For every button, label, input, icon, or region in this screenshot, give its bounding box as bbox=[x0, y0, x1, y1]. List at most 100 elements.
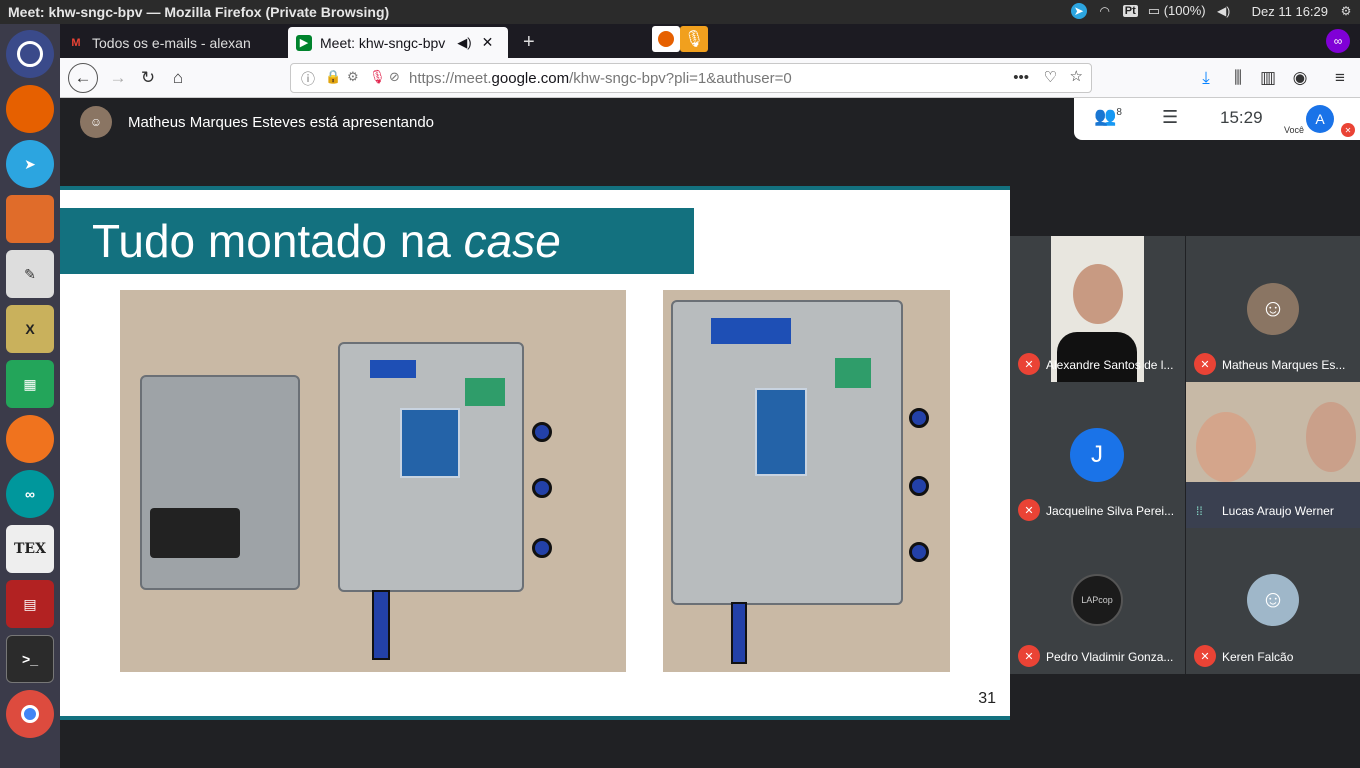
speaker-icon[interactable]: ◀) bbox=[457, 35, 471, 51]
arduino-icon[interactable]: ∞ bbox=[6, 470, 54, 518]
slide-title-italic: case bbox=[463, 215, 561, 267]
participant-avatar: LAPcop bbox=[1071, 574, 1123, 626]
url-path: /khw-sngc-bpv?pli=1&authuser=0 bbox=[569, 70, 792, 87]
participant-name: Alexandre Santos de l... bbox=[1046, 358, 1174, 372]
participant-tile[interactable]: ✕ Alexandre Santos de l... bbox=[1010, 236, 1185, 382]
pocket-icon[interactable]: ♡ bbox=[1044, 68, 1057, 86]
lock-icon[interactable]: 🔒 bbox=[325, 69, 341, 85]
people-icon: 👥 bbox=[1094, 106, 1117, 126]
files-folder-icon[interactable] bbox=[6, 195, 54, 243]
permissions-icon[interactable]: ⚙ bbox=[347, 69, 359, 85]
participants-count: 8 bbox=[1116, 107, 1122, 118]
reload-button[interactable]: ↻ bbox=[136, 66, 160, 90]
participant-tile[interactable]: J ✕ Jacqueline Silva Perei... bbox=[1010, 382, 1185, 528]
self-avatar[interactable]: A bbox=[1306, 105, 1334, 133]
speakon-connector-6 bbox=[909, 542, 929, 562]
browser-nav-bar: ← → ↻ ⌂ ⓘ 🔒 ⚙ 🎙 ⊘ https://meet.google.co… bbox=[60, 58, 1360, 98]
slide-photo-closed-case bbox=[663, 290, 950, 672]
settings-gear-icon[interactable]: ⚙ bbox=[1338, 3, 1354, 19]
microcontroller-board-2 bbox=[755, 388, 807, 476]
url-prefix: https://meet. bbox=[409, 70, 492, 87]
close-tab-icon[interactable]: ✕ bbox=[482, 34, 494, 51]
mic-off-icon: ✕ bbox=[1194, 353, 1216, 375]
tex-icon[interactable]: TEX bbox=[6, 525, 54, 573]
chat-icon[interactable]: ☰ bbox=[1162, 107, 1178, 128]
participant-name: Matheus Marques Es... bbox=[1222, 358, 1346, 372]
self-mic-off-icon: ✕ bbox=[1341, 123, 1355, 137]
autoplay-blocked-icon[interactable]: ⊘ bbox=[389, 69, 400, 85]
telegram-tray-icon[interactable]: ➤ bbox=[1070, 3, 1087, 19]
wifi-icon[interactable]: ◠ bbox=[1097, 3, 1113, 19]
hamburger-menu-icon[interactable]: ≡ bbox=[1328, 66, 1352, 90]
bottom-cable-connector bbox=[372, 590, 390, 660]
xfig-icon[interactable]: X bbox=[6, 305, 54, 353]
participant-tile[interactable]: ☺ ✕ Keren Falcão bbox=[1186, 528, 1360, 674]
mic-off-icon: ✕ bbox=[1018, 353, 1040, 375]
battery-indicator[interactable]: ▭ (100%) bbox=[1148, 3, 1206, 19]
participant-tile[interactable]: LAPcop ✕ Pedro Vladimir Gonza... bbox=[1010, 528, 1185, 674]
battery-percent: (100%) bbox=[1163, 3, 1206, 18]
account-icon[interactable]: ◉ bbox=[1288, 66, 1312, 90]
spreadsheet-icon[interactable]: ▦ bbox=[6, 360, 54, 408]
microphone-permission-icon[interactable]: 🎙 bbox=[369, 69, 386, 85]
chrome-icon[interactable] bbox=[6, 690, 54, 738]
tab-label: Meet: khw-sngc-bpv bbox=[320, 34, 446, 51]
relay-module-2 bbox=[711, 318, 791, 344]
presenter-avatar: ☺ bbox=[80, 106, 112, 138]
battery-icon: ▭ bbox=[1147, 3, 1161, 18]
self-label: Você bbox=[1284, 125, 1305, 135]
browser-tab-bar: M Todos os e-mails - alexan ▶ Meet: khw-… bbox=[60, 24, 1360, 58]
speakon-connector-5 bbox=[909, 476, 929, 496]
clock-datetime[interactable]: Dez 11 16:29 bbox=[1252, 4, 1328, 19]
terminal-icon[interactable]: >_ bbox=[6, 635, 54, 683]
participant-tile[interactable]: ☺ ✕ Matheus Marques Es... bbox=[1186, 236, 1360, 382]
gmail-icon: M bbox=[71, 36, 81, 49]
bookmark-star-icon[interactable]: ☆ bbox=[1070, 67, 1083, 85]
text-editor-icon[interactable]: ✎ bbox=[6, 250, 54, 298]
volume-icon[interactable]: ◀) bbox=[1216, 3, 1232, 19]
tab-gmail[interactable]: M Todos os e-mails - alexan bbox=[60, 27, 285, 58]
participant-avatar: J bbox=[1070, 428, 1124, 482]
microcontroller-board bbox=[400, 408, 460, 478]
url-text: https://meet.google.com/khw-sngc-bpv?pli… bbox=[409, 70, 792, 87]
slide-title-text: Tudo montado na bbox=[92, 215, 464, 267]
firefox-icon[interactable] bbox=[6, 85, 54, 133]
presenter-banner: ☺ Matheus Marques Esteves está apresenta… bbox=[80, 106, 434, 138]
presenter-text: Matheus Marques Esteves está apresentand… bbox=[128, 113, 435, 131]
participant-name: Jacqueline Silva Perei... bbox=[1046, 504, 1175, 518]
microphone-sharing-icon[interactable]: 🎙 bbox=[680, 26, 708, 52]
bottom-cable-connector-2 bbox=[731, 602, 747, 664]
speakon-connector-2 bbox=[532, 478, 552, 498]
speakon-connector-3 bbox=[532, 538, 552, 558]
telegram-icon[interactable]: ➤ bbox=[6, 140, 54, 188]
window-title: Meet: khw-sngc-bpv — Mozilla Firefox (Pr… bbox=[8, 4, 390, 20]
participant-avatar: ☺ bbox=[1247, 574, 1299, 626]
home-button[interactable]: ⌂ bbox=[166, 66, 190, 90]
private-browsing-icon: ∞ bbox=[1326, 29, 1350, 53]
speakon-connector-4 bbox=[909, 408, 929, 428]
forward-button[interactable]: → bbox=[106, 66, 130, 90]
blender-like-icon[interactable] bbox=[6, 415, 54, 463]
participant-name: Pedro Vladimir Gonza... bbox=[1046, 650, 1174, 664]
power-adapter bbox=[150, 508, 240, 558]
ubuntu-icon[interactable] bbox=[6, 30, 54, 78]
library-icon[interactable]: ⫼ bbox=[1226, 66, 1250, 90]
back-button[interactable]: ← bbox=[68, 63, 98, 93]
page-info-icon[interactable]: ⓘ bbox=[301, 69, 315, 89]
url-bar[interactable]: ⓘ 🔒 ⚙ 🎙 ⊘ https://meet.google.com/khw-sn… bbox=[290, 63, 1092, 93]
participant-avatar-text: LAPcop bbox=[1081, 595, 1113, 605]
sidebar-icon[interactable]: ▥ bbox=[1256, 66, 1280, 90]
firefox-indicator-icon[interactable] bbox=[652, 26, 680, 52]
downloads-icon[interactable]: ⤓ bbox=[1194, 66, 1218, 90]
participant-tile-speaking[interactable]: ⁞⁞ Lucas Araujo Werner bbox=[1186, 382, 1360, 528]
slide-number: 31 bbox=[978, 690, 996, 707]
keyboard-layout-indicator[interactable]: Pt bbox=[1122, 5, 1138, 17]
page-actions-menu-icon[interactable]: ••• bbox=[1013, 69, 1029, 86]
participants-button[interactable]: 👥8 bbox=[1094, 106, 1122, 127]
participant-name: Keren Falcão bbox=[1222, 650, 1294, 664]
new-tab-button[interactable]: + bbox=[515, 27, 543, 58]
meet-icon: ▶ bbox=[296, 34, 312, 51]
presentation-app-icon[interactable]: ▤ bbox=[6, 580, 54, 628]
tab-meet[interactable]: ▶ Meet: khw-sngc-bpv ◀) ✕ bbox=[288, 27, 508, 58]
meeting-info-bar: 👥8 ☰ 15:29 A Você ✕ bbox=[1074, 98, 1360, 140]
